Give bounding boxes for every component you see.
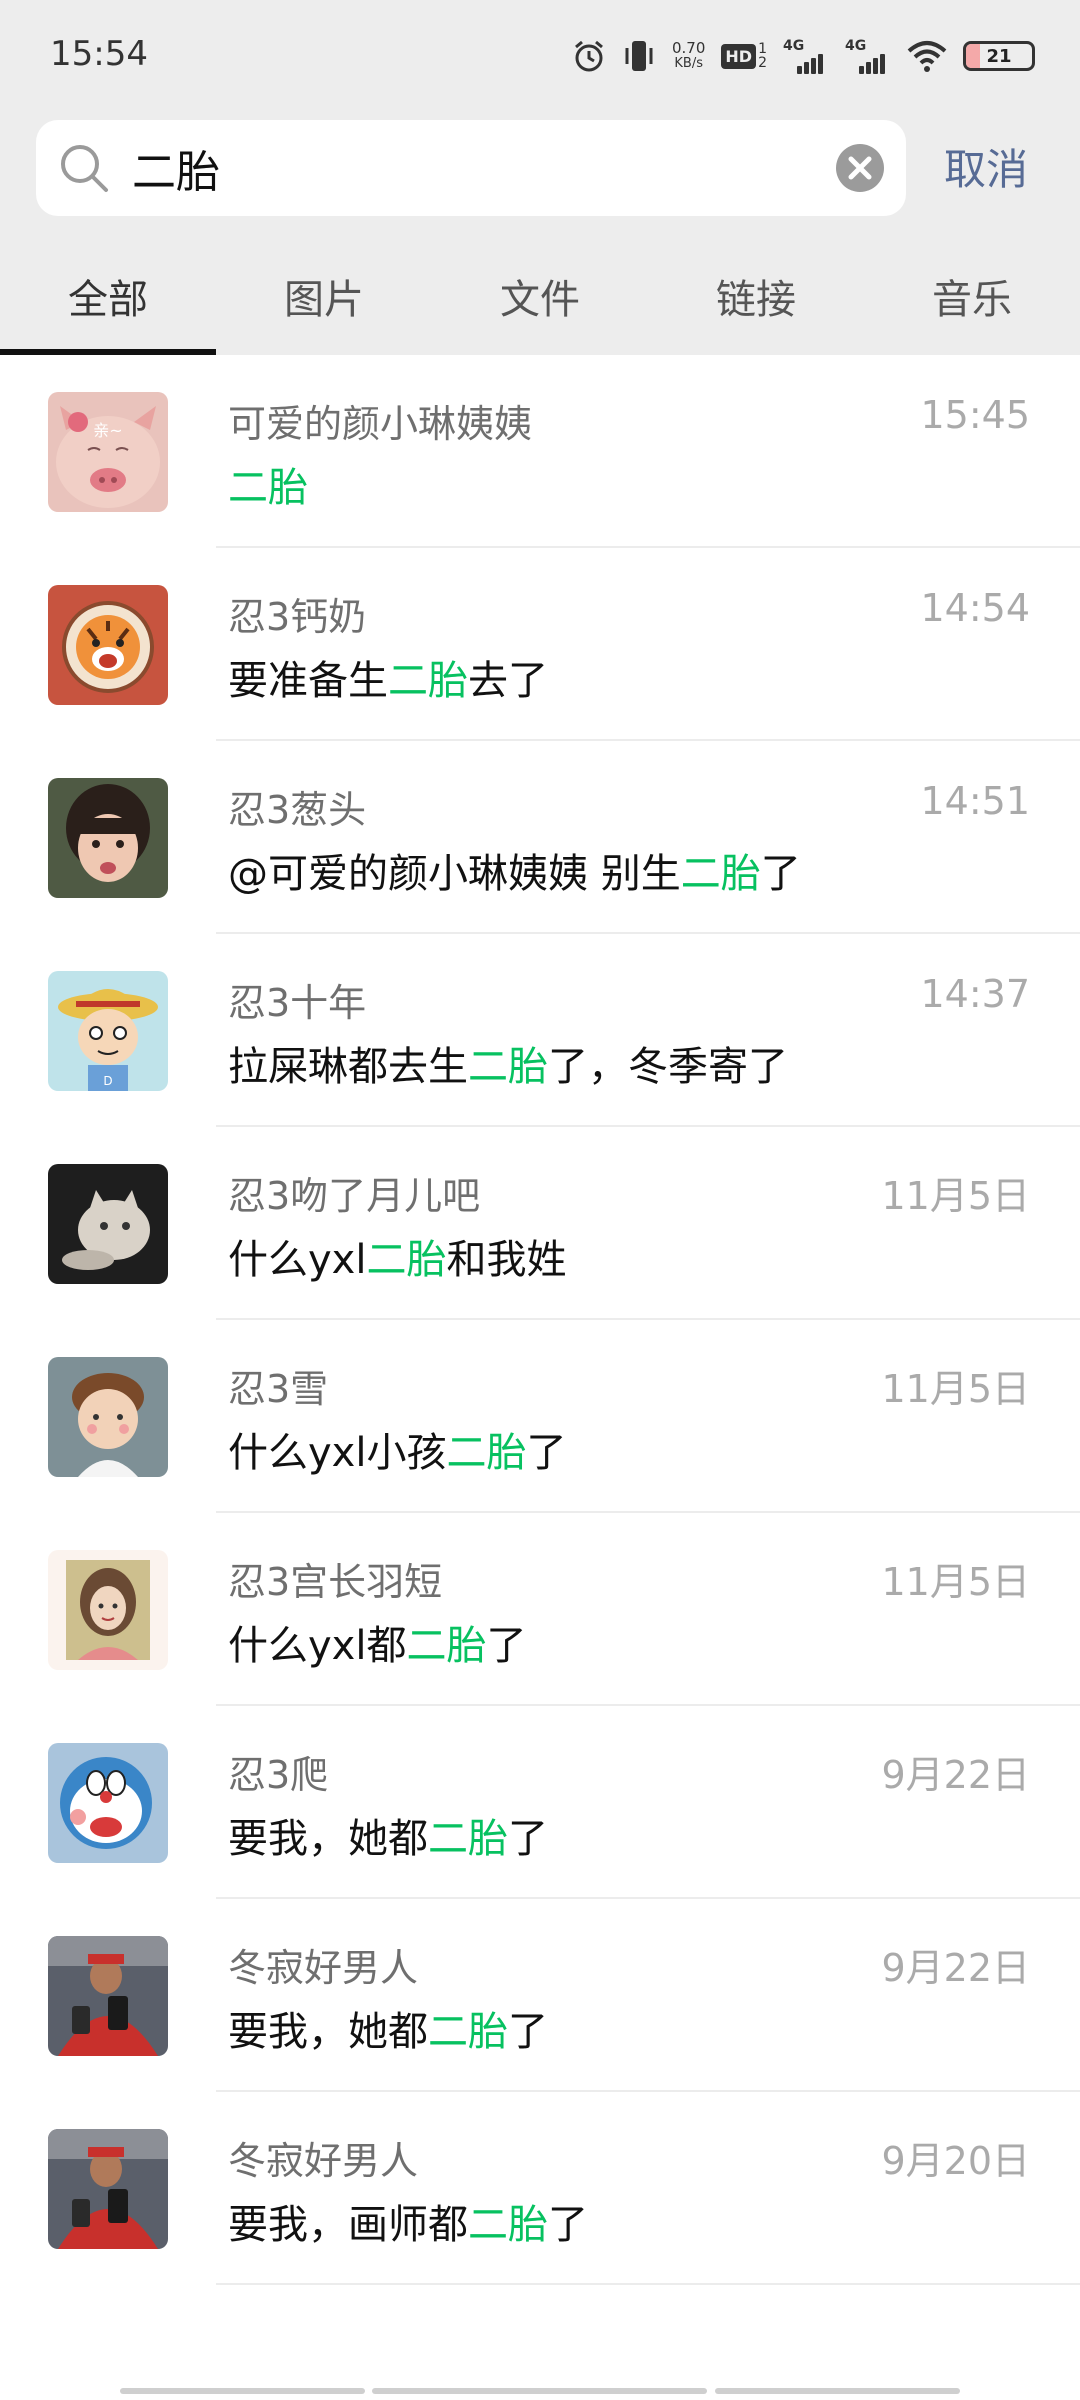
result-snippet: 什么yxl小孩二胎了 [228, 1430, 567, 1476]
vibrate-icon [622, 38, 656, 74]
status-bar: 15:54 0.70 KB/s HD 1 2 4G 4G 21 [0, 0, 1080, 110]
result-snippet: 什么yxl二胎和我姓 [228, 1237, 567, 1283]
result-snippet: 二胎 [228, 455, 308, 513]
list-item[interactable]: 忍3吻了月儿吧 11月5日 什么yxl二胎和我姓 [0, 1127, 1080, 1320]
search-results-list: 亲~ 可爱的颜小琳姨姨 15:45 二胎 忍3钙奶 14:54 要准备生二胎去了 [0, 355, 1080, 2285]
result-sender: 可爱的颜小琳姨姨 [228, 402, 533, 446]
status-icons: 0.70 KB/s HD 1 2 4G 4G 21 [572, 34, 1035, 78]
divider [216, 2283, 1080, 2285]
svg-text:亲~: 亲~ [93, 421, 122, 440]
person-red-jacket-avatar-icon [48, 2129, 168, 2249]
highlighted-keyword: 二胎 [388, 658, 468, 704]
signal-icon-2: 4G [845, 38, 891, 74]
cartoon-avatar-icon [48, 1357, 168, 1477]
result-sender: 冬寂好男人 [228, 2139, 419, 2183]
result-sender: 忍3十年 [228, 981, 367, 1025]
result-sender: 忍3葱头 [228, 788, 367, 832]
battery-icon: 21 [963, 41, 1035, 71]
cat-photo-avatar-icon [48, 1164, 168, 1284]
wifi-icon [907, 39, 947, 73]
search-box[interactable] [36, 120, 906, 216]
result-sender: 忍3吻了月儿吧 [228, 1174, 481, 1218]
signal-icon-1: 4G [783, 38, 829, 74]
list-item[interactable]: D 忍3十年 14:37 拉屎琳都去生二胎了，冬季寄了 [0, 934, 1080, 1127]
tab-music[interactable]: 音乐 [864, 236, 1080, 355]
search-input[interactable] [132, 130, 832, 206]
svg-text:D: D [103, 1074, 112, 1088]
list-item[interactable]: 忍3钙奶 14:54 要准备生二胎去了 [0, 548, 1080, 741]
navigation-bar [120, 2388, 960, 2394]
net-speed: 0.70 KB/s [672, 39, 706, 72]
result-sender: 冬寂好男人 [228, 1946, 419, 1990]
highlighted-keyword: 二胎 [680, 851, 761, 897]
pig-face-avatar-icon: 亲~ [48, 392, 168, 512]
highlighted-keyword: 二胎 [428, 2009, 508, 2055]
highlighted-keyword: 二胎 [228, 465, 308, 511]
hd-indicator: HD 1 2 [721, 42, 767, 70]
result-time: 14:54 [920, 586, 1030, 630]
result-sender: 忍3钙奶 [228, 595, 367, 639]
list-item[interactable]: 忍3雪 11月5日 什么yxl小孩二胎了 [0, 1320, 1080, 1513]
result-snippet: 要我，画师都二胎了 [228, 2202, 588, 2248]
result-snippet: 要准备生二胎去了 [228, 658, 548, 704]
tab-files[interactable]: 文件 [432, 236, 648, 355]
result-time: 9月22日 [881, 1753, 1030, 1797]
result-time: 14:51 [920, 779, 1030, 823]
cancel-button[interactable]: 取消 [944, 136, 1028, 197]
result-time: 11月5日 [881, 1367, 1030, 1411]
clear-input-icon[interactable] [834, 142, 886, 194]
result-snippet: 要我，她都二胎了 [228, 2009, 548, 2055]
result-snippet: 要我，她都二胎了 [228, 1816, 548, 1862]
list-item[interactable]: 冬寂好男人 9月22日 要我，她都二胎了 [0, 1899, 1080, 2092]
result-snippet: @可爱的颜小琳姨姨 别生二胎了 [228, 851, 801, 897]
result-time: 11月5日 [881, 1560, 1030, 1604]
list-item[interactable]: 忍3葱头 14:51 @可爱的颜小琳姨姨 别生二胎了 [0, 741, 1080, 934]
result-sender: 忍3爬 [228, 1753, 329, 1797]
tab-all[interactable]: 全部 [0, 236, 216, 355]
result-time: 9月22日 [881, 1946, 1030, 1990]
highlighted-keyword: 二胎 [366, 1237, 447, 1283]
status-time: 15:54 [50, 34, 148, 74]
highlighted-keyword: 二胎 [428, 1816, 508, 1862]
result-time: 14:37 [920, 972, 1030, 1016]
result-snippet: 什么yxl都二胎了 [228, 1623, 527, 1669]
person-red-jacket-avatar-icon [48, 1936, 168, 2056]
filter-tabs: 全部 图片 文件 链接 音乐 [0, 236, 1080, 355]
header-area: 15:54 0.70 KB/s HD 1 2 4G 4G 21 二胎 取消 全部… [0, 0, 1080, 355]
list-item[interactable]: 亲~ 可爱的颜小琳姨姨 15:45 二胎 [0, 355, 1080, 548]
alarm-icon [572, 39, 606, 73]
result-time: 15:45 [920, 393, 1030, 437]
highlighted-keyword: 二胎 [468, 1044, 548, 1090]
highlighted-keyword: 二胎 [406, 1623, 487, 1669]
highlighted-keyword: 二胎 [468, 2202, 548, 2248]
result-sender: 忍3宫长羽短 [228, 1560, 443, 1604]
tiger-badge-avatar-icon [48, 585, 168, 705]
list-item[interactable]: 忍3宫长羽短 11月5日 什么yxl都二胎了 [0, 1513, 1080, 1706]
result-sender: 忍3雪 [228, 1367, 329, 1411]
child-photo-avatar-icon [48, 778, 168, 898]
result-time: 11月5日 [881, 1174, 1030, 1218]
cartoon-boy-avatar-icon: D [48, 971, 168, 1091]
girl-drawing-avatar-icon [48, 1550, 168, 1670]
search-icon [61, 145, 108, 192]
tab-images[interactable]: 图片 [216, 236, 432, 355]
list-item[interactable]: 冬寂好男人 9月20日 要我，画师都二胎了 [0, 2092, 1080, 2285]
doraemon-avatar-icon [48, 1743, 168, 1863]
tab-links[interactable]: 链接 [648, 236, 864, 355]
result-time: 9月20日 [881, 2139, 1030, 2183]
result-snippet: 拉屎琳都去生二胎了，冬季寄了 [228, 1044, 788, 1090]
highlighted-keyword: 二胎 [446, 1430, 527, 1476]
list-item[interactable]: 忍3爬 9月22日 要我，她都二胎了 [0, 1706, 1080, 1899]
